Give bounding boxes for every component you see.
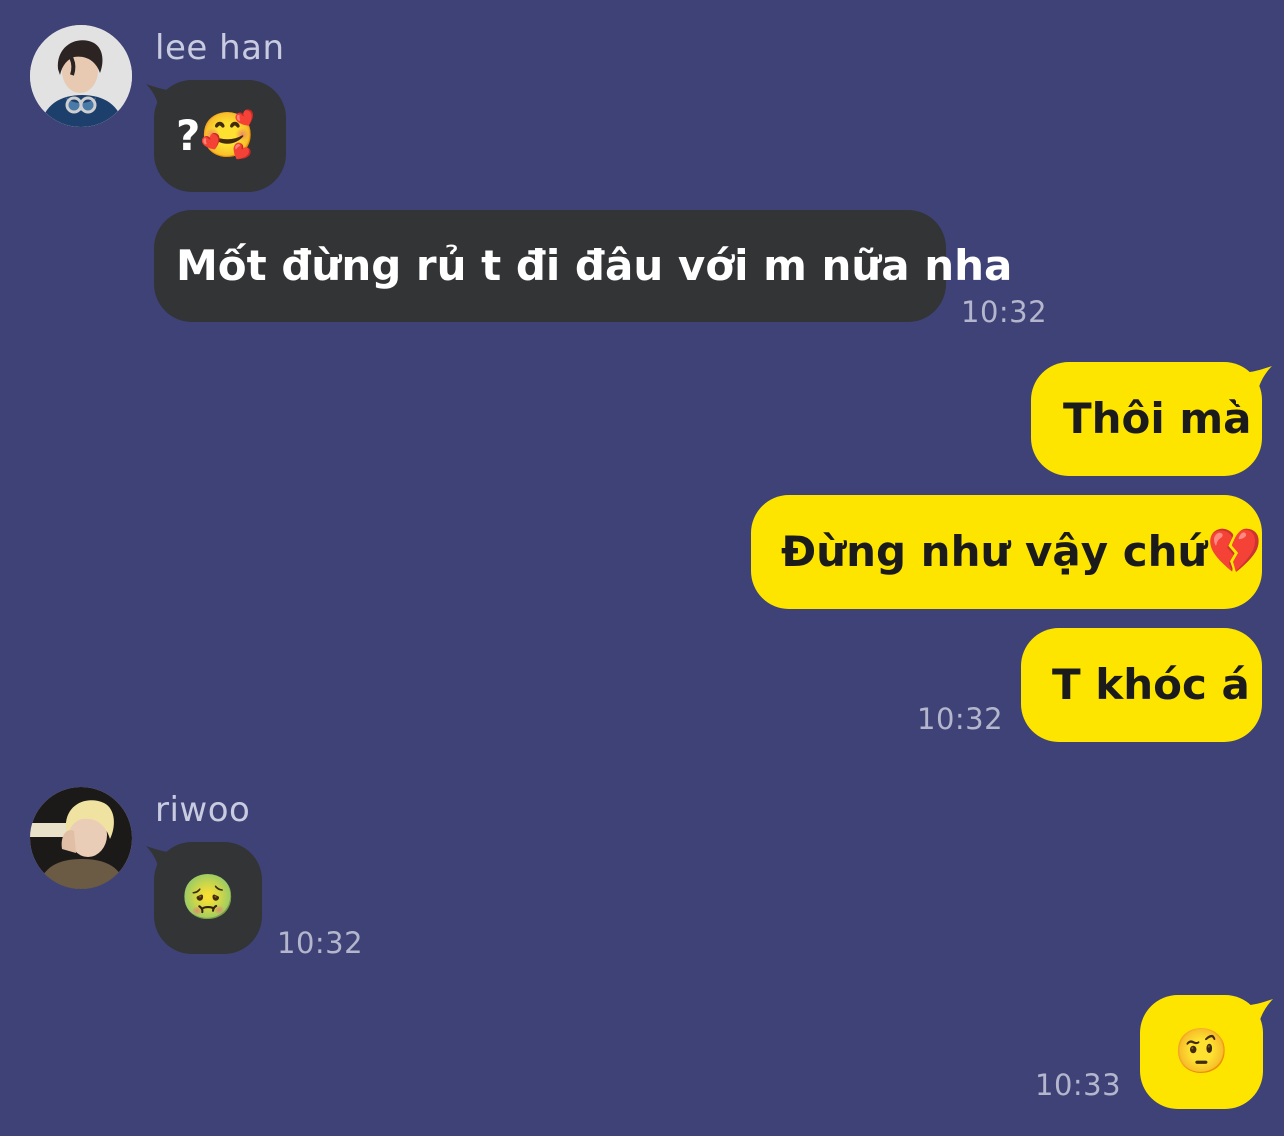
bubble-tail bbox=[1237, 999, 1273, 1037]
avatar-lee-han[interactable] bbox=[30, 25, 132, 127]
bubble-tail bbox=[1236, 366, 1272, 404]
bubble-tail bbox=[146, 846, 180, 882]
message-text: Mốt đừng rủ t đi đâu với m nữa nha bbox=[176, 241, 1013, 290]
message-bubble[interactable]: Đừng như vậy chứ 💔 bbox=[751, 495, 1262, 609]
message-bubble[interactable]: Thôi mà bbox=[1031, 362, 1262, 476]
nauseated-face-icon: 🤢 bbox=[180, 872, 236, 923]
message-text: Đừng như vậy chứ bbox=[781, 527, 1208, 576]
message-timestamp: 10:32 bbox=[917, 702, 1004, 736]
message-timestamp: 10:33 bbox=[1035, 1068, 1122, 1102]
message-bubble[interactable]: T khóc á bbox=[1021, 628, 1262, 742]
smiling-face-with-hearts-icon: 🥰 bbox=[200, 110, 256, 161]
broken-heart-icon: 💔 bbox=[1207, 526, 1263, 577]
face-with-raised-eyebrow-icon: 🤨 bbox=[1174, 1026, 1229, 1077]
message-timestamp: 10:32 bbox=[277, 926, 364, 960]
message-timestamp: 10:32 bbox=[961, 295, 1048, 329]
profile-photo-icon bbox=[30, 787, 132, 889]
avatar-riwoo[interactable] bbox=[30, 787, 132, 889]
profile-photo-icon bbox=[30, 25, 132, 127]
sender-name: riwoo bbox=[155, 790, 251, 830]
message-bubble[interactable]: Mốt đừng rủ t đi đâu với m nữa nha bbox=[154, 210, 1012, 322]
bubble-tail bbox=[146, 84, 180, 120]
message-text: Thôi mà bbox=[1063, 394, 1252, 443]
message-text: T khóc á bbox=[1052, 660, 1250, 709]
sender-name: lee han bbox=[155, 28, 285, 68]
